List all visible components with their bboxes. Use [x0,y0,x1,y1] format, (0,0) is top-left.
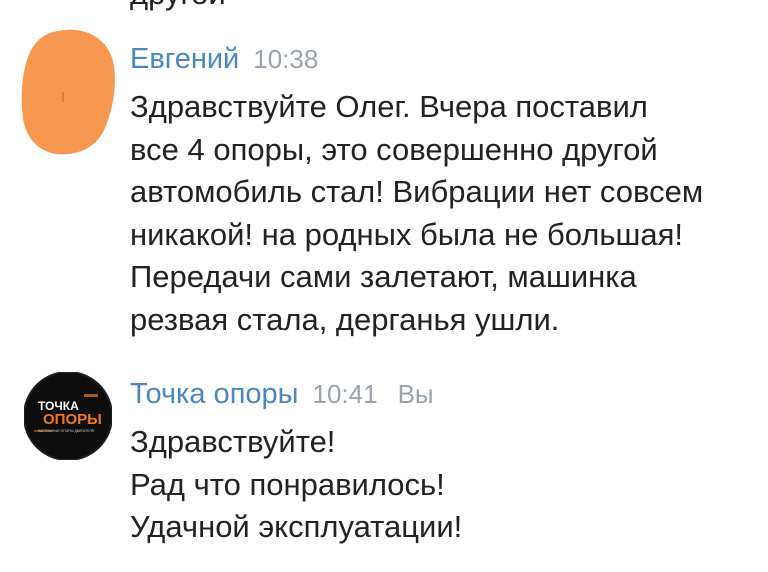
message-line: Здравствуйте Олег. Вчера поставил [130,89,648,124]
logo-line2: ОПОРЫ [43,411,102,428]
message-text: Здравствуйте! Рад что понравилось! Удачн… [130,421,760,549]
message-header: Евгений 10:38 [130,43,318,76]
message-line: автомобиль стал! Вибрации нет совсем [130,174,704,209]
message-line: все 4 опоры, это совершенно другой [130,131,658,167]
message-line: Рад что понравилось! [130,466,445,502]
previous-message-tail: другой [130,0,226,12]
message-line: резвая стала, дерганья ушли. [130,301,560,337]
message-line: Передачи сами залетают, машинка [130,259,637,294]
author-name[interactable]: Евгений [130,43,239,76]
message-time: 10:38 [253,44,319,74]
avatar-blob [21,29,115,155]
logo-tagline: КАСТОМНЫЕ ОПОРЫ ДВИГАТЕЛЯ [38,429,95,433]
you-label: Вы [397,379,434,409]
message-text: Здравствуйте Олег. Вчера поставил все 4 … [130,86,760,341]
message-line: Удачной эксплуатации! [130,509,463,544]
message-time: 10:41 [312,379,378,409]
author-name[interactable]: Точка опоры [130,378,299,411]
logo-avatar: ТОЧКА ОПОРЫ КАСТОМНЫЕ ОПОРЫ ДВИГАТЕЛЯ [23,371,113,461]
message-header: Точка опоры 10:41 Вы [130,378,434,411]
avatar[interactable]: ТОЧКА ОПОРЫ КАСТОМНЫЕ ОПОРЫ ДВИГАТЕЛЯ [23,371,113,461]
avatar[interactable] [18,26,118,158]
message-line: Здравствуйте! [130,424,336,459]
message-line: никакой! на родных была не большая! [130,216,684,252]
